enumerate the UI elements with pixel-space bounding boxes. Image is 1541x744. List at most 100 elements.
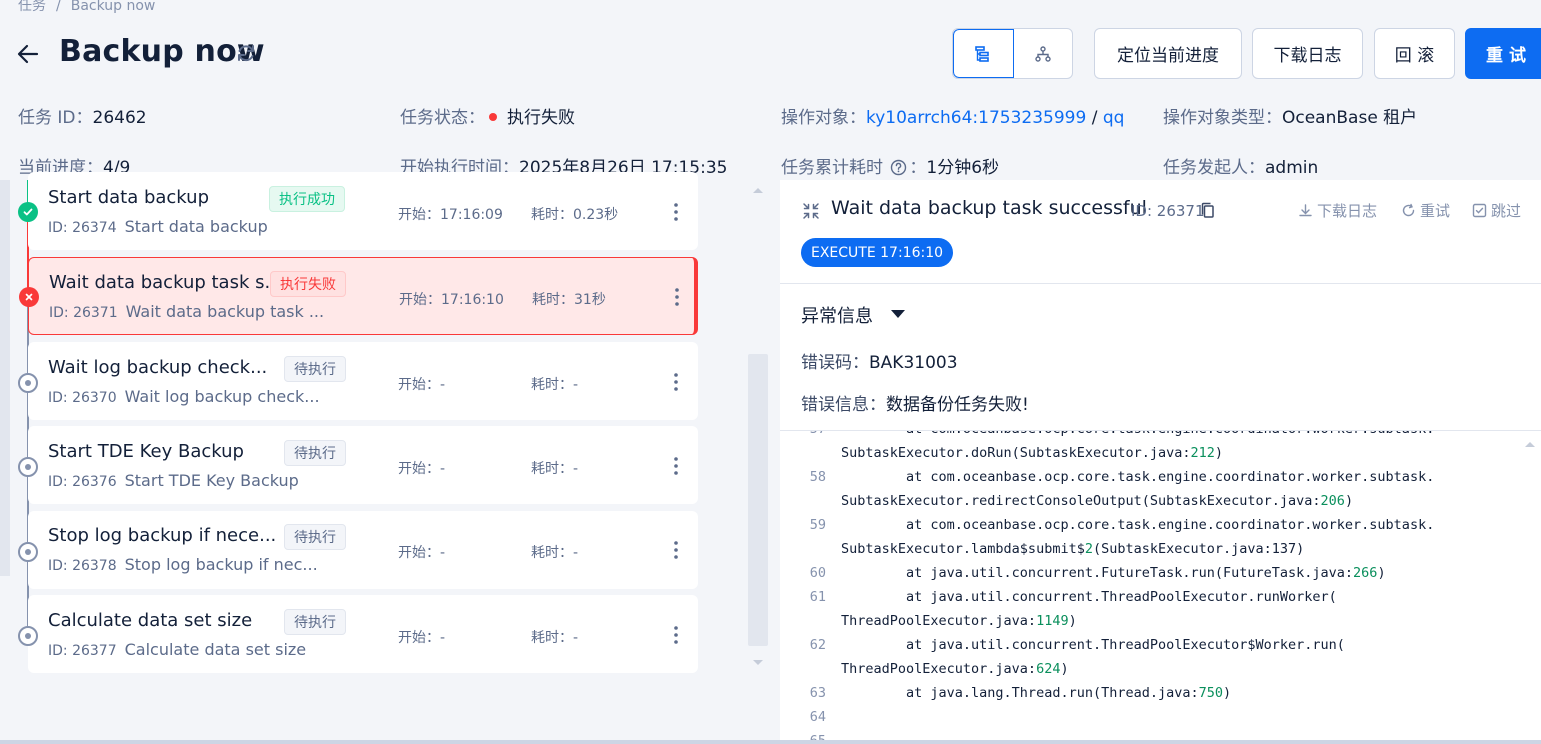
rollback-button[interactable]: 回 滚 <box>1374 28 1455 79</box>
refresh-icon[interactable] <box>235 42 257 64</box>
more-vertical-icon[interactable] <box>668 371 684 393</box>
scroll-down-icon[interactable] <box>752 659 764 667</box>
more-vertical-icon[interactable] <box>669 286 685 308</box>
detail-skip-button[interactable]: 跳过 <box>1472 200 1521 221</box>
detail-download-log-button[interactable]: 下载日志 <box>1298 200 1377 221</box>
log-line-text: at com.oceanbase.ocp.core.task.engine.co… <box>841 431 1434 441</box>
more-vertical-icon[interactable] <box>668 539 684 561</box>
task-name: Start TDE Key Backup <box>48 441 244 462</box>
log-line: SubtaskExecutor.doRun(SubtaskExecutor.ja… <box>780 441 1541 465</box>
status-badge: 待执行 <box>284 356 346 382</box>
target-tenant-link[interactable]: qq <box>1103 108 1125 128</box>
log-line: 58 at com.oceanbase.ocp.core.task.engine… <box>780 465 1541 489</box>
target-label: 操作对象： <box>781 108 866 128</box>
list-view-icon <box>975 45 990 62</box>
tree-view-button[interactable] <box>1014 29 1073 78</box>
log-line: 61 at java.util.concurrent.ThreadPoolExe… <box>780 585 1541 609</box>
log-line-text: SubtaskExecutor.redirectConsoleOutput(Su… <box>841 493 1354 509</box>
log-line-text: at java.util.concurrent.ThreadPoolExecut… <box>841 637 1345 653</box>
status-badge: 执行成功 <box>269 186 345 212</box>
exception-section-title[interactable]: 异常信息 <box>801 302 873 328</box>
pending-circle-icon <box>18 373 38 393</box>
task-list-scrollbar[interactable] <box>748 354 768 646</box>
task-start-time: 开始：- <box>398 461 446 477</box>
task-item[interactable]: Stop log backup if nece... 待执行 ID: 26378… <box>18 511 698 589</box>
task-desc: Start TDE Key Backup <box>124 471 299 490</box>
status-badge: 执行失败 <box>270 271 346 297</box>
task-desc: Calculate data set size <box>124 640 307 659</box>
error-code-label: 错误码： <box>801 353 869 373</box>
view-mode-toggle <box>952 28 1073 79</box>
log-line-number: 60 <box>809 565 826 581</box>
left-scroll-strip <box>0 180 10 576</box>
skip-check-icon <box>1472 203 1487 218</box>
target-cluster-link[interactable]: ky10arrch64:1753235999 <box>866 108 1086 128</box>
locate-progress-button[interactable]: 定位当前进度 <box>1094 28 1242 79</box>
log-line-text: SubtaskExecutor.lambda$submit$2(SubtaskE… <box>841 541 1305 557</box>
log-line: 63 at java.lang.Thread.run(Thread.java:7… <box>780 681 1541 705</box>
log-line-number: 59 <box>809 517 826 533</box>
detail-retry-button[interactable]: 重试 <box>1401 200 1450 221</box>
log-line: 62 at java.util.concurrent.ThreadPoolExe… <box>780 633 1541 657</box>
log-line-text: at com.oceanbase.ocp.core.task.engine.co… <box>841 469 1435 485</box>
elapsed-label: 任务累计耗时 <box>781 158 883 178</box>
status-dot <box>489 113 497 121</box>
scroll-up-icon[interactable] <box>752 186 764 194</box>
task-duration: 耗时：- <box>531 377 579 393</box>
task-item[interactable]: Start TDE Key Backup 待执行 ID: 26376 Start … <box>18 426 698 504</box>
log-line: ThreadPoolExecutor.java:1149) <box>780 609 1541 633</box>
more-vertical-icon[interactable] <box>668 624 684 646</box>
task-subtitle: ID: 26377 Calculate data set size <box>48 640 306 659</box>
task-start-time: 开始：17:16:09 <box>398 207 503 223</box>
task-name: Calculate data set size <box>48 610 253 631</box>
elapsed-value: 1分钟6秒 <box>926 158 1000 178</box>
task-duration: 耗时：- <box>531 545 579 561</box>
error-code-row: 错误码：BAK31003 <box>801 348 958 373</box>
task-subtitle: ID: 26370 Wait log backup check... <box>48 387 320 406</box>
log-line: 60 at java.util.concurrent.FutureTask.ru… <box>780 561 1541 585</box>
more-vertical-icon[interactable] <box>668 455 684 477</box>
target-separator: / <box>1086 108 1103 128</box>
log-line-number: 64 <box>809 709 826 725</box>
success-check-icon <box>18 202 38 222</box>
status-badge: 待执行 <box>284 524 346 550</box>
breadcrumb-separator: / <box>56 0 61 14</box>
log-line-text: SubtaskExecutor.doRun(SubtaskExecutor.ja… <box>841 445 1224 461</box>
back-arrow-icon[interactable] <box>14 40 42 68</box>
task-duration: 耗时：31秒 <box>532 292 606 308</box>
list-view-button[interactable] <box>953 29 1014 78</box>
breadcrumb-parent-link[interactable]: 任务 <box>18 0 46 14</box>
target-type-label: 操作对象类型： <box>1163 108 1282 128</box>
task-detail-header <box>780 180 1541 284</box>
task-item-selected[interactable]: Wait data backup task s... 执行失败 ID: 2637… <box>19 257 698 335</box>
creator-value: admin <box>1265 158 1319 178</box>
log-scroll-up-icon[interactable] <box>1524 440 1536 448</box>
tree-view-icon <box>1035 45 1051 62</box>
pending-circle-icon <box>18 457 38 477</box>
log-line-number: 58 <box>809 469 826 485</box>
log-line: SubtaskExecutor.lambda$submit$2(SubtaskE… <box>780 537 1541 561</box>
copy-icon[interactable] <box>1200 202 1216 220</box>
breadcrumb-current: Backup now <box>70 0 156 14</box>
log-line-text: ThreadPoolExecutor.java:1149) <box>841 613 1077 629</box>
more-vertical-icon[interactable] <box>668 201 684 223</box>
task-start-time: 开始：- <box>398 377 446 393</box>
task-duration: 耗时：- <box>531 461 579 477</box>
target-type-value: OceanBase 租户 <box>1282 108 1418 128</box>
download-log-button[interactable]: 下载日志 <box>1252 28 1363 79</box>
bottom-border <box>0 740 1541 744</box>
collapse-icon[interactable] <box>801 201 821 221</box>
task-id: ID: 26378 <box>48 558 117 574</box>
task-item[interactable]: Start data backup 执行成功 ID: 26374 Start da… <box>18 172 698 250</box>
retry-label: 重试 <box>1420 202 1451 220</box>
task-duration: 耗时：- <box>531 630 579 646</box>
task-item[interactable]: Wait log backup check... 待执行 ID: 26370 Wa… <box>18 342 698 420</box>
task-id-label: 任务 ID： <box>18 108 93 128</box>
task-id: ID: 26370 <box>48 390 117 406</box>
help-icon[interactable] <box>890 159 907 176</box>
task-item[interactable]: Calculate data set size 待执行 ID: 26377 Cal… <box>18 595 698 673</box>
retry-button[interactable]: 重 试 <box>1465 28 1541 79</box>
caret-down-icon[interactable] <box>889 307 907 321</box>
task-id: ID: 26371 <box>49 305 118 321</box>
log-viewer[interactable]: 57 at com.oceanbase.ocp.core.task.engine… <box>780 430 1541 744</box>
